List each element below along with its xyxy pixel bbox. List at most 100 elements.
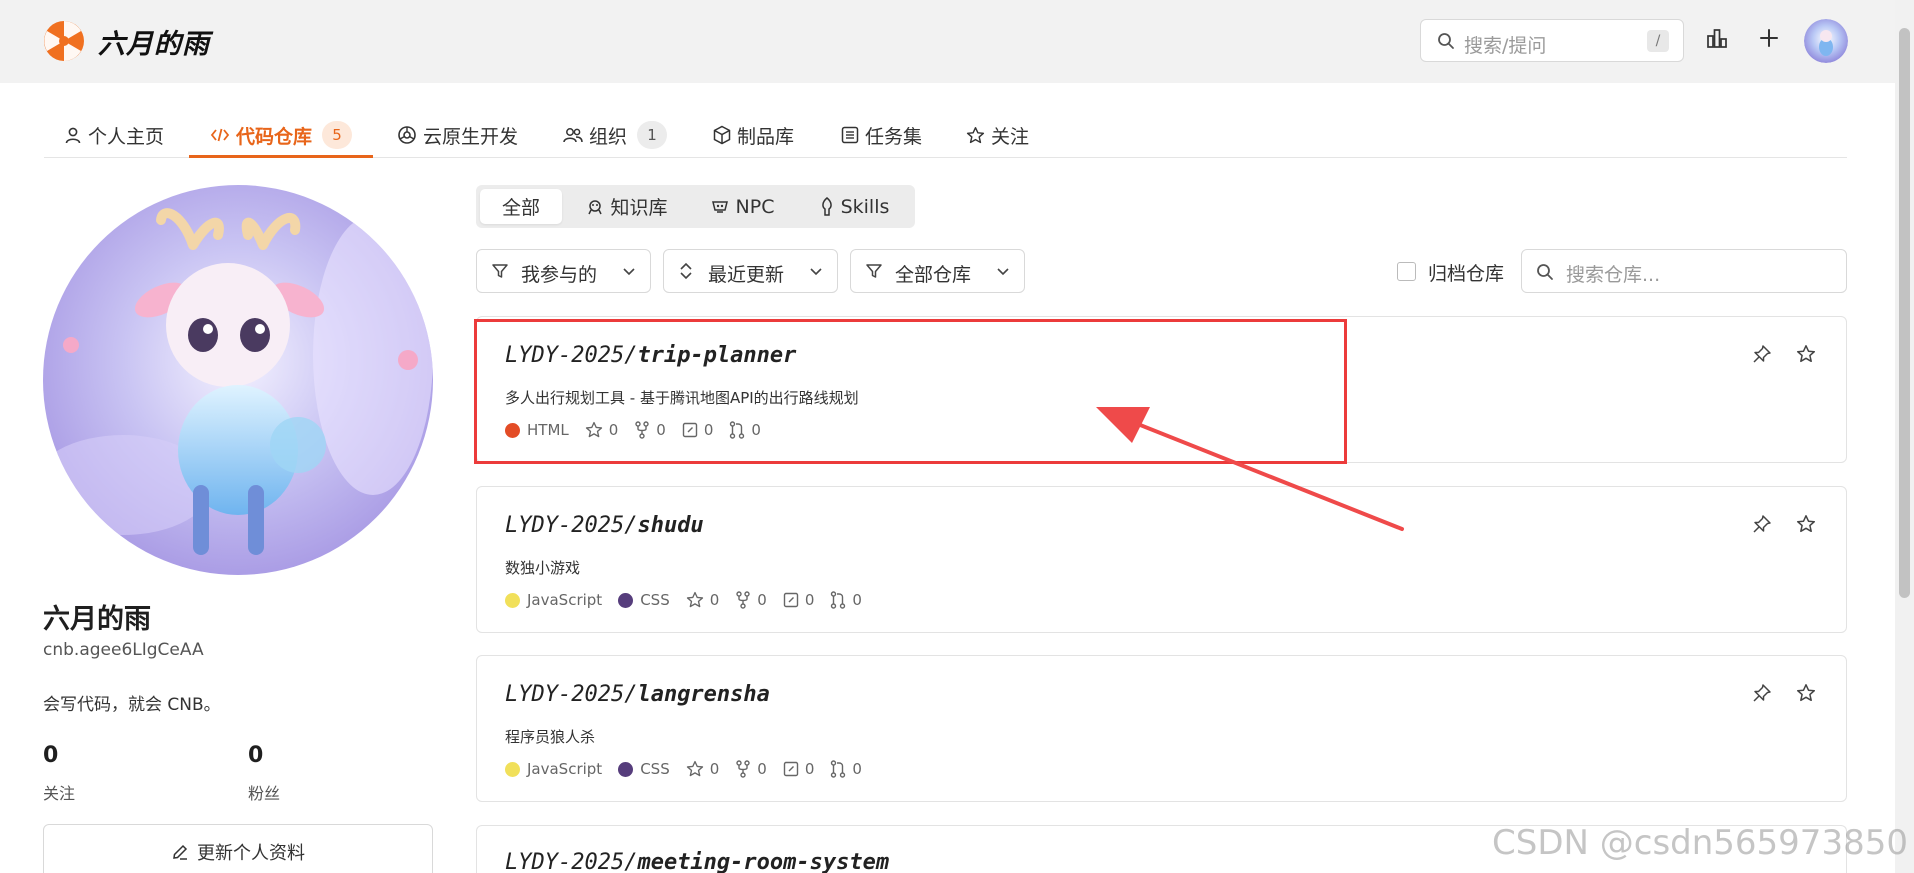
- brand-name[interactable]: 六月的雨: [98, 22, 210, 61]
- filter-icon: [492, 264, 508, 278]
- following-label[interactable]: 关注: [43, 780, 75, 804]
- repo-language: JavaScript: [505, 591, 602, 609]
- tab-label: 个人主页: [88, 125, 165, 148]
- language-name: JavaScript: [527, 760, 603, 778]
- repo-forks[interactable]: 0: [735, 591, 767, 609]
- repo-title[interactable]: LYDY-2025/shudu: [505, 513, 704, 538]
- repo-pull-requests[interactable]: 0: [830, 760, 862, 778]
- org-count-badge: 1: [637, 121, 668, 149]
- repo-name: meeting-room-system: [637, 850, 890, 873]
- repo-language: CSS: [618, 591, 670, 609]
- repo-pull-requests[interactable]: 0: [830, 591, 862, 609]
- repo-description: 数独小游戏: [505, 559, 581, 577]
- language-dot: [505, 592, 520, 608]
- global-search-input[interactable]: 搜索/提问 /: [1420, 19, 1684, 62]
- repo-search-input[interactable]: 搜索仓库...: [1521, 249, 1847, 293]
- star-icon: [966, 126, 985, 143]
- repo-title[interactable]: LYDY-2025/meeting-room-system: [505, 850, 889, 873]
- participation-filter[interactable]: 我参与的: [476, 249, 651, 293]
- search-shortcut: /: [1647, 30, 1669, 52]
- star-icon: [686, 591, 703, 608]
- annotation-arrow: [1096, 407, 1404, 531]
- archive-label[interactable]: 归档仓库: [1428, 259, 1504, 286]
- tab-cloud-native[interactable]: 云原生开发: [397, 112, 518, 158]
- tab-packages[interactable]: 制品库: [713, 112, 794, 158]
- archive-checkbox[interactable]: [1397, 262, 1416, 281]
- language-name: CSS: [640, 760, 670, 778]
- issue-count: 0: [804, 591, 815, 609]
- star-repo-icon[interactable]: [1796, 344, 1816, 364]
- code-icon: [210, 128, 230, 142]
- segment-label: NPC: [735, 195, 775, 218]
- tab-following[interactable]: 关注: [966, 112, 1029, 158]
- user-avatar[interactable]: [1804, 19, 1848, 63]
- segment-knowledge[interactable]: 知识库: [572, 189, 682, 224]
- cloud-native-icon: [398, 126, 416, 144]
- language-name: JavaScript: [527, 591, 603, 609]
- stats-icon[interactable]: [1706, 27, 1728, 49]
- scrollbar-thumb[interactable]: [1899, 28, 1910, 598]
- repo-stars[interactable]: 0: [686, 591, 719, 609]
- repo-issues[interactable]: 0: [783, 591, 815, 609]
- sort-filter[interactable]: 最近更新: [663, 249, 838, 293]
- package-icon: [713, 125, 731, 145]
- edit-profile-label: 更新个人资料: [197, 842, 305, 864]
- group-icon: [563, 128, 583, 143]
- tasks-icon: [841, 126, 859, 144]
- language-dot: [618, 592, 634, 608]
- repo-language: CSS: [618, 760, 670, 778]
- fork-icon: [736, 760, 750, 778]
- search-icon: [1438, 33, 1454, 49]
- active-tab-indicator: [189, 155, 373, 158]
- repo-issues[interactable]: 0: [783, 760, 814, 778]
- search-icon: [1537, 264, 1553, 280]
- star-repo-icon[interactable]: [1796, 514, 1816, 534]
- tab-repositories[interactable]: 代码仓库 5: [210, 112, 353, 158]
- edit-profile-button[interactable]: 更新个人资料: [43, 824, 433, 873]
- npc-icon: [711, 200, 728, 213]
- segment-npc[interactable]: NPC: [692, 189, 792, 224]
- tab-profile[interactable]: 个人主页: [64, 112, 164, 158]
- repo-name: shudu: [637, 513, 704, 538]
- logo-icon[interactable]: [43, 20, 85, 62]
- fork-icon: [736, 591, 750, 609]
- segment-label: 全部: [501, 197, 540, 219]
- profile-name: 六月的雨: [43, 604, 151, 635]
- repo-title[interactable]: LYDY-2025/langrensha: [505, 682, 770, 707]
- followers-count[interactable]: 0: [248, 743, 263, 768]
- repo-stars[interactable]: 0: [686, 760, 719, 778]
- tab-tasks[interactable]: 任务集: [841, 112, 922, 158]
- page-scrollbar[interactable]: [1895, 0, 1914, 873]
- pin-icon[interactable]: [1752, 514, 1772, 534]
- tab-organizations[interactable]: 组织 1: [563, 112, 668, 158]
- search-placeholder: 搜索/提问: [1464, 35, 1547, 57]
- chevron-down-icon: [623, 268, 635, 276]
- chevron-down-icon: [997, 268, 1009, 276]
- sort-icon: [680, 262, 692, 280]
- repo-card[interactable]: LYDY-2025/langrensha 程序员狼人杀 JavaScript C…: [476, 655, 1847, 802]
- edit-icon: [173, 844, 188, 860]
- repo-type-filter[interactable]: 全部仓库: [850, 249, 1025, 293]
- repo-meta: JavaScript CSS 0 0 0 0: [505, 760, 878, 778]
- filter-label: 最近更新: [708, 264, 785, 286]
- plus-icon[interactable]: [1758, 27, 1780, 49]
- issue-icon: [783, 592, 799, 608]
- segment-skills[interactable]: Skills: [802, 189, 906, 224]
- segment-all[interactable]: 全部: [480, 189, 562, 224]
- pull-request-icon: [831, 591, 846, 609]
- skills-icon: [821, 196, 832, 216]
- star-repo-icon[interactable]: [1796, 683, 1816, 703]
- repo-count-badge: 5: [322, 121, 353, 149]
- repo-owner: LYDY-2025/: [505, 682, 638, 707]
- following-count[interactable]: 0: [43, 743, 58, 768]
- pin-icon[interactable]: [1752, 683, 1772, 703]
- tab-label: 制品库: [737, 125, 795, 148]
- repo-forks[interactable]: 0: [735, 760, 767, 778]
- followers-label[interactable]: 粉丝: [248, 780, 280, 804]
- language-dot: [505, 761, 520, 777]
- profile-avatar: [43, 185, 433, 575]
- segment-label: Skills: [840, 195, 890, 218]
- tab-label: 关注: [991, 125, 1030, 148]
- star-icon: [686, 760, 703, 777]
- pin-icon[interactable]: [1752, 344, 1772, 364]
